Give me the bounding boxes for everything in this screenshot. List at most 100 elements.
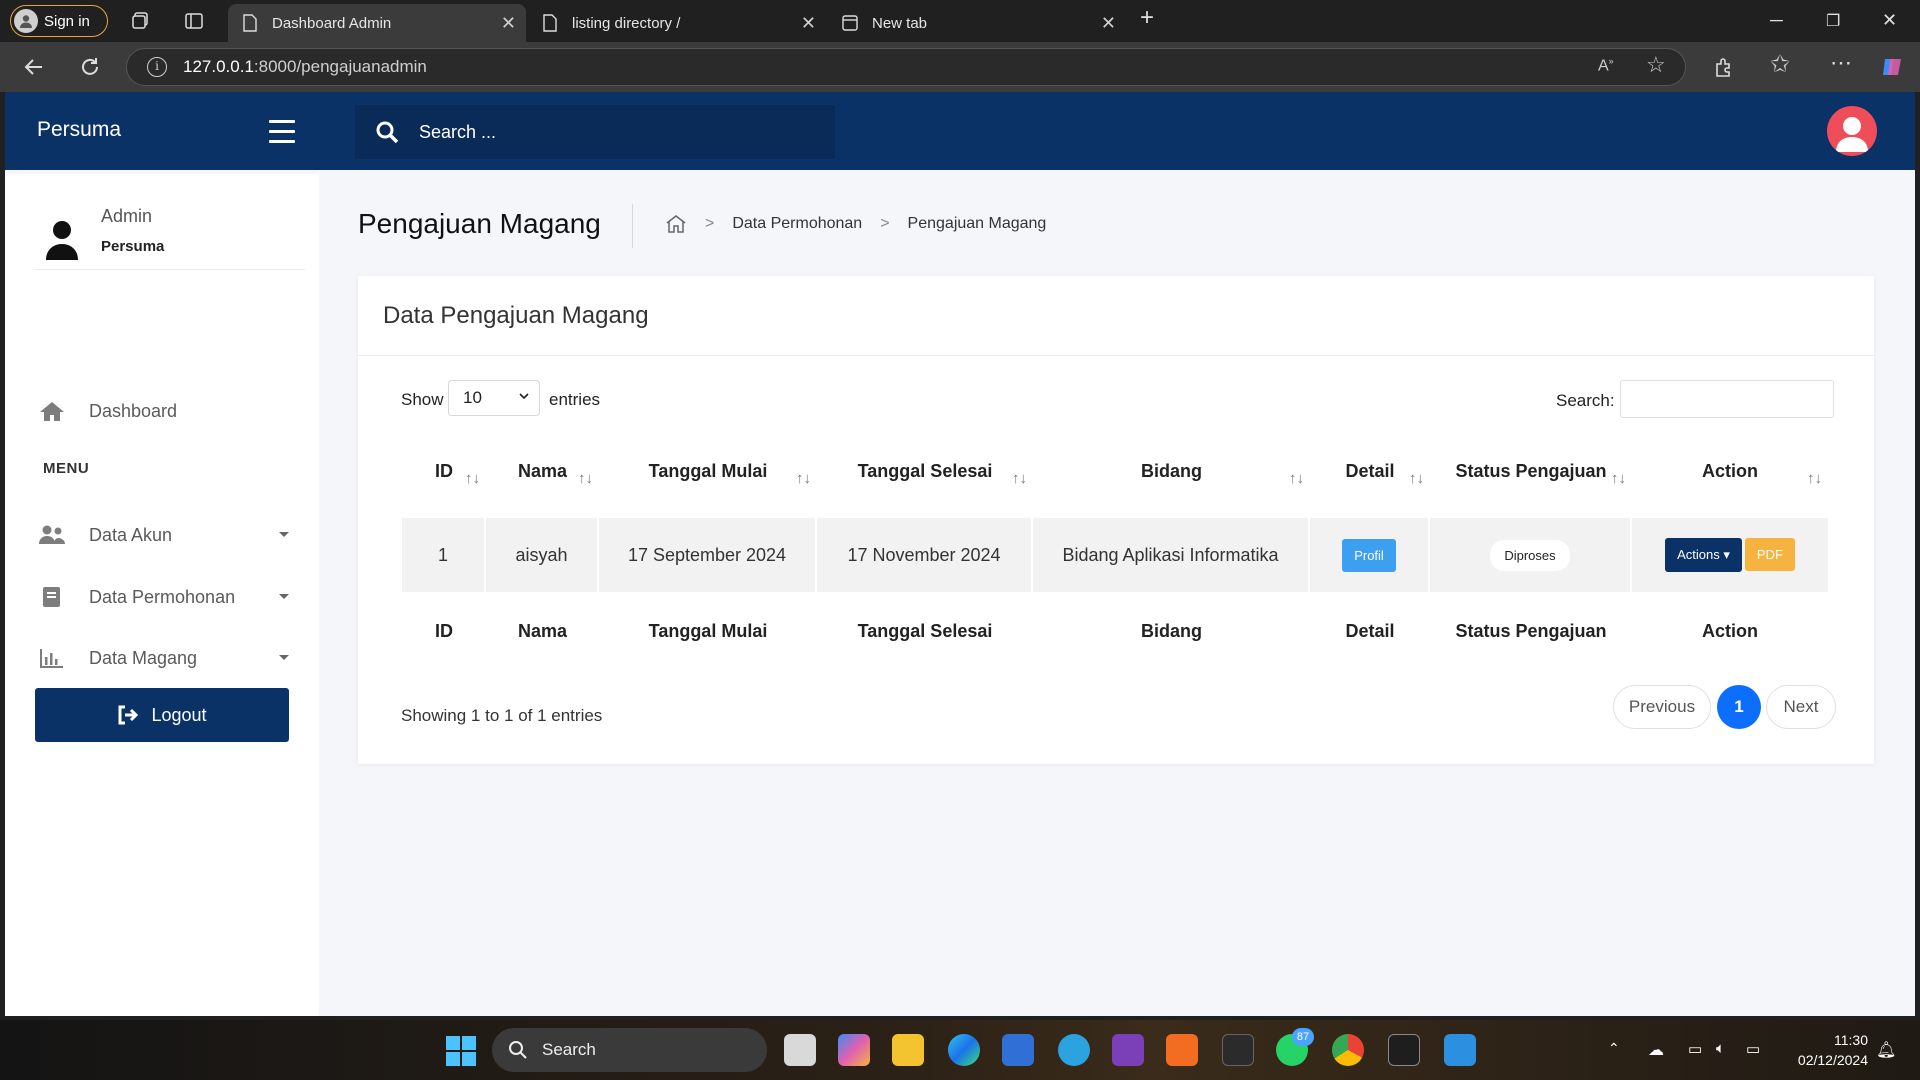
bar-chart-icon <box>40 649 63 668</box>
tab-dashboard-admin[interactable]: Dashboard Admin ✕ <box>228 4 526 42</box>
chrome-icon[interactable] <box>1332 1034 1364 1066</box>
favorite-star-icon[interactable]: ☆ <box>1646 52 1666 78</box>
tab-label: Dashboard Admin <box>272 14 392 32</box>
breadcrumb-item-current: Pengajuan Magang <box>907 215 1047 232</box>
app-icon[interactable] <box>1112 1034 1144 1066</box>
column-header-detail[interactable]: Detail ↑↓ <box>1310 424 1430 518</box>
page-title: Pengajuan Magang <box>358 208 601 239</box>
vscode-icon[interactable] <box>1444 1034 1476 1066</box>
footer-header-id: ID <box>435 620 453 641</box>
windows-start-icon[interactable] <box>446 1036 476 1066</box>
top-search-input[interactable]: Search ... <box>355 105 835 159</box>
url-field[interactable]: i 127.0.0.1 :8000/pengajuanadmin <box>126 48 1686 86</box>
column-header-nama[interactable]: Nama ↑↓ <box>486 424 599 518</box>
column-header-tanggal-selesai[interactable]: Tanggal Selesai ↑↓ <box>817 424 1033 518</box>
entries-length-select[interactable]: 10 <box>448 380 540 416</box>
cell-tanggal-mulai: 17 September 2024 <box>599 518 817 592</box>
pagination-page-1[interactable]: 1 <box>1717 685 1761 729</box>
workspaces-icon[interactable] <box>131 11 151 31</box>
brand-logo[interactable]: Persuma <box>37 118 121 142</box>
store-icon[interactable] <box>1002 1034 1034 1066</box>
weather-icon[interactable]: ☁ <box>1648 1040 1668 1060</box>
home-icon[interactable] <box>665 214 687 234</box>
sign-in-button[interactable]: Sign in <box>10 5 108 37</box>
edge-icon[interactable] <box>948 1034 980 1066</box>
pdf-button[interactable]: PDF <box>1744 538 1795 571</box>
tab-listing-directory[interactable]: listing directory / ✕ <box>528 4 826 42</box>
copilot-app-icon[interactable] <box>838 1034 870 1066</box>
table-search-input[interactable] <box>1620 380 1834 418</box>
sidebar-item-data-permohonan[interactable]: Data Permohonan <box>39 582 289 612</box>
system-clock[interactable]: 11:30 02/12/2024 <box>1776 1030 1868 1070</box>
table-search-label: Search: <box>1556 391 1615 410</box>
new-tab-icon[interactable]: + <box>1140 4 1154 32</box>
copilot-icon[interactable] <box>1880 55 1904 79</box>
taskbar-search[interactable]: Search <box>492 1028 767 1072</box>
more-options-icon[interactable]: ⋯ <box>1830 50 1852 76</box>
restore-icon[interactable]: ❐ <box>1826 11 1840 31</box>
page-icon <box>243 14 257 32</box>
notification-bell-icon[interactable]: 🔔︎ <box>1876 1040 1896 1060</box>
card-title: Data Pengajuan Magang <box>383 302 649 329</box>
app-icon[interactable] <box>1222 1034 1254 1066</box>
tab-label: New tab <box>872 14 928 32</box>
close-tab-icon[interactable]: ✕ <box>501 13 516 34</box>
entries-length-value: 10 <box>463 388 482 407</box>
actions-dropdown-button[interactable]: Actions ▾ <box>1665 538 1742 572</box>
logout-button[interactable]: Logout <box>35 688 289 742</box>
profile-org: Persuma <box>101 238 165 255</box>
user-avatar[interactable] <box>1827 106 1877 156</box>
read-aloud-icon[interactable]: A» <box>1598 56 1614 75</box>
sort-icon: ↑↓ <box>1012 470 1027 487</box>
column-header-status[interactable]: Status Pengajuan ↑↓ <box>1430 424 1632 518</box>
breadcrumb-item-data-permohonan[interactable]: Data Permohonan <box>732 215 862 233</box>
column-header-id[interactable]: ID ↑↓ <box>402 424 486 518</box>
telegram-icon[interactable] <box>1058 1034 1090 1066</box>
clock-date: 02/12/2024 <box>1797 1052 1868 1068</box>
battery-icon[interactable]: ▭ <box>1746 1040 1766 1060</box>
notification-badge: 87 <box>1292 1028 1314 1046</box>
column-header-bidang[interactable]: Bidang ↑↓ <box>1033 424 1310 518</box>
sort-icon: ↑↓ <box>1611 470 1626 487</box>
terminal-icon[interactable] <box>1388 1034 1420 1066</box>
close-tab-icon[interactable]: ✕ <box>801 13 816 34</box>
tab-label: listing directory / <box>572 14 681 32</box>
breadcrumb-separator-icon: > <box>880 215 890 232</box>
column-header-tanggal-mulai[interactable]: Tanggal Mulai ↑↓ <box>599 424 817 518</box>
hamburger-menu-icon[interactable] <box>269 120 295 150</box>
column-header-action[interactable]: Action ↑↓ <box>1632 424 1828 518</box>
taskbar: Search 87 ⌃ ☁ ▭ 🔈︎ ▭ 11:30 02/12/2024 🔔︎ <box>0 1020 1920 1080</box>
top-navbar: Persuma Search ... <box>5 92 1915 170</box>
extensions-icon[interactable] <box>1712 55 1736 79</box>
data-table: ID ↑↓ Nama ↑↓ Tanggal Mulai ↑↓ Tanggal Sele… <box>402 424 1828 670</box>
back-icon[interactable] <box>22 55 46 79</box>
cell-detail: Profil <box>1310 518 1430 592</box>
tab-actions-icon[interactable] <box>184 11 204 31</box>
close-window-icon[interactable]: ✕ <box>1882 10 1897 31</box>
data-card: Data Pengajuan Magang Show 10 entries Se… <box>358 276 1874 764</box>
task-view-icon[interactable] <box>784 1034 816 1066</box>
users-icon <box>39 525 65 544</box>
volume-icon[interactable]: 🔈︎ <box>1716 1040 1736 1060</box>
tab-new-tab[interactable]: New tab ✕ <box>828 4 1126 42</box>
xampp-icon[interactable] <box>1166 1034 1198 1066</box>
logout-label: Logout <box>151 704 207 725</box>
network-icon[interactable]: ▭ <box>1688 1040 1708 1060</box>
favorites-icon[interactable]: ✩ <box>1770 50 1790 79</box>
sidebar-item-data-magang[interactable]: Data Magang <box>39 643 289 673</box>
footer-header-nama: Nama <box>517 620 568 641</box>
pagination-previous[interactable]: Previous <box>1613 685 1711 729</box>
site-info-icon[interactable]: i <box>147 57 167 77</box>
pagination-next[interactable]: Next <box>1766 685 1836 729</box>
breadcrumb-separator-icon: > <box>705 215 715 232</box>
sort-icon: ↑↓ <box>1807 470 1822 487</box>
sidebar-item-data-akun[interactable]: Data Akun <box>39 520 289 550</box>
minimize-icon[interactable]: ─ <box>1770 10 1783 31</box>
file-explorer-icon[interactable] <box>892 1034 924 1066</box>
sidebar-item-dashboard[interactable]: Dashboard <box>39 396 289 426</box>
close-tab-icon[interactable]: ✕ <box>1101 13 1116 34</box>
chevron-up-icon[interactable]: ⌃ <box>1608 1040 1628 1060</box>
book-icon <box>43 587 60 607</box>
profil-button[interactable]: Profil <box>1342 538 1396 572</box>
refresh-icon[interactable] <box>78 55 102 79</box>
